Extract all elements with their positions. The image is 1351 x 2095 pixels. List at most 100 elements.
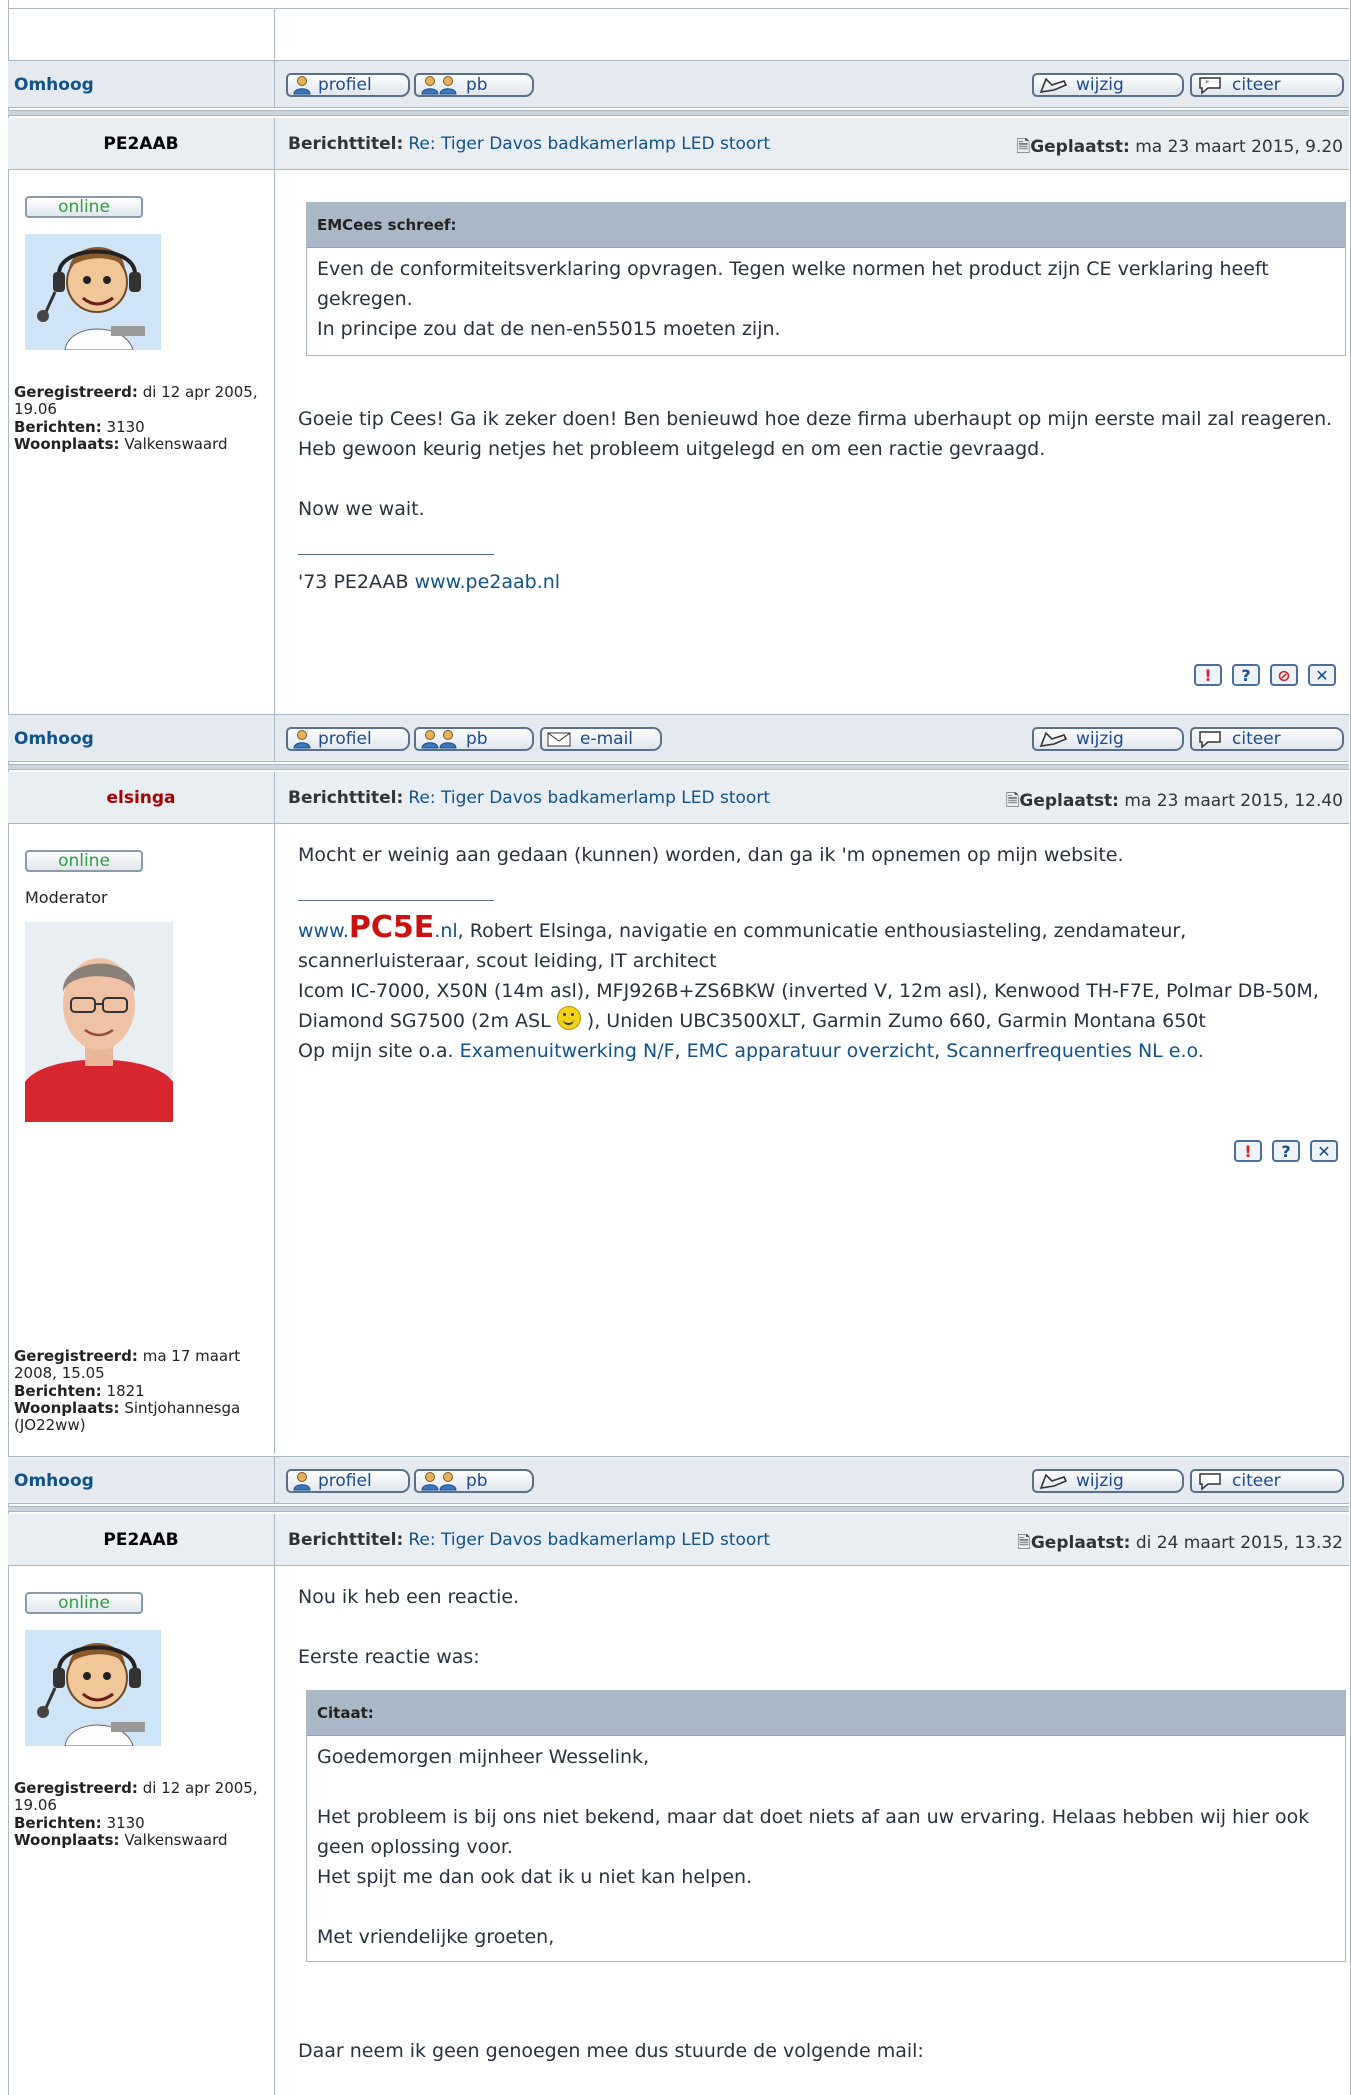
previous-post-tail bbox=[8, 8, 1349, 60]
report-icon[interactable]: ! bbox=[1234, 1140, 1262, 1162]
quote-text: Met vriendelijke groeten, bbox=[317, 1926, 555, 1948]
quote-text: Het probleem is bij ons niet bekend, maa… bbox=[317, 1806, 1310, 1858]
signature-website-link[interactable]: www.PC5E.nl bbox=[298, 913, 458, 943]
post-text: Goeie tip Cees! Ga ik zeker doen! Ben be… bbox=[298, 408, 1333, 460]
post-subject: Berichttitel: Re: Tiger Davos badkamerla… bbox=[288, 1530, 770, 1550]
quote-text: Goedemorgen mijnheer Wesselink, bbox=[317, 1746, 650, 1768]
info-icon[interactable]: ? bbox=[1272, 1140, 1300, 1162]
user-icon bbox=[292, 75, 312, 95]
signature-equipment: Icom IC-7000, X50N (14m asl), MFJ926B+ZS… bbox=[298, 980, 1319, 1032]
post-icon: 🗎 bbox=[1016, 137, 1031, 157]
user-icon bbox=[292, 1471, 312, 1491]
signature: www.PC5E.nl, Robert Elsinga, navigatie e… bbox=[298, 910, 1187, 973]
user-avatar bbox=[25, 1630, 161, 1746]
online-badge: online bbox=[25, 1592, 143, 1614]
user-profile-info: Geregistreerd: ma 17 maart 2008, 15.05 B… bbox=[14, 1347, 241, 1434]
post-text: Eerste reactie was: bbox=[298, 1646, 480, 1668]
edit-button[interactable]: wijzig bbox=[1032, 73, 1184, 97]
quote-button-label: citeer bbox=[1232, 75, 1281, 95]
post-subject-link[interactable]: Re: Tiger Davos badkamerlamp LED stoort bbox=[408, 134, 770, 154]
users-icon bbox=[420, 1471, 460, 1491]
delete-icon[interactable]: ✕ bbox=[1310, 1140, 1338, 1162]
quote-button[interactable]: citeer bbox=[1190, 1469, 1344, 1493]
signature-link[interactable]: Examenuitwerking N/F bbox=[460, 1040, 675, 1062]
post-author[interactable]: PE2AAB bbox=[8, 1530, 274, 1550]
users-icon bbox=[420, 75, 460, 95]
post-text: Daar neem ik geen genoegen mee dus stuur… bbox=[298, 2040, 924, 2062]
signature-divider bbox=[298, 554, 494, 555]
post-content-continued: Daar neem ik geen genoegen mee dus stuur… bbox=[298, 2036, 1348, 2066]
pencil-icon bbox=[1038, 1471, 1070, 1491]
back-to-top-link[interactable]: Omhoog bbox=[14, 1471, 94, 1491]
post-subject: Berichttitel: Re: Tiger Davos badkamerla… bbox=[288, 788, 770, 808]
pm-button[interactable]: pb bbox=[414, 73, 534, 97]
user-rank: Moderator bbox=[25, 888, 108, 907]
pm-button[interactable]: pb bbox=[414, 727, 534, 751]
post-author[interactable]: elsinga bbox=[8, 788, 274, 808]
quote-block: Citaat: Goedemorgen mijnheer Wesselink, … bbox=[306, 1690, 1346, 1962]
post-subject-link[interactable]: Re: Tiger Davos badkamerlamp LED stoort bbox=[408, 788, 770, 808]
post-header: PE2AAB Berichttitel: Re: Tiger Davos bad… bbox=[8, 118, 1349, 170]
moderation-icons: ! ? ⊘ ✕ bbox=[1194, 664, 1336, 686]
post-icon: 🗎 bbox=[1005, 791, 1020, 811]
post-content: Goeie tip Cees! Ga ik zeker doen! Ben be… bbox=[298, 404, 1348, 597]
post-body-row: online Moderator Geregistreerd: ma 17 ma… bbox=[8, 824, 1349, 1454]
user-avatar bbox=[25, 234, 161, 350]
post-header: PE2AAB Berichttitel: Re: Tiger Davos bad… bbox=[8, 1514, 1349, 1566]
profile-button-label: profiel bbox=[318, 75, 372, 95]
profile-button[interactable]: profiel bbox=[286, 727, 410, 751]
quote-button[interactable]: citeer bbox=[1190, 727, 1344, 751]
quote-button[interactable]: " citeer bbox=[1190, 73, 1344, 97]
post-icon: 🗎 bbox=[1017, 1533, 1031, 1553]
post-header: elsinga Berichttitel: Re: Tiger Davos ba… bbox=[8, 772, 1349, 824]
pencil-icon bbox=[1038, 729, 1070, 749]
edit-button-label: wijzig bbox=[1076, 75, 1124, 95]
quote-author: EMCees schreef: bbox=[307, 203, 1345, 248]
brand-logo-text: PC5E bbox=[348, 910, 435, 945]
post-toolbar: Omhoog profiel pb e-mail wijzig citeer bbox=[8, 714, 1349, 762]
post-content: Nou ik heb een reactie. Eerste reactie w… bbox=[298, 1582, 1348, 1672]
info-icon[interactable]: ? bbox=[1232, 664, 1260, 686]
post-subject: Berichttitel: Re: Tiger Davos badkamerla… bbox=[288, 134, 770, 154]
speech-bubble-icon bbox=[1196, 729, 1226, 749]
online-badge: online bbox=[25, 850, 143, 872]
post-date: 🗎Geplaatst: ma 23 maart 2015, 12.40 bbox=[1005, 791, 1343, 811]
speech-bubble-icon: " bbox=[1196, 75, 1226, 95]
edit-button[interactable]: wijzig bbox=[1032, 727, 1184, 751]
profile-button[interactable]: profiel bbox=[286, 1469, 410, 1493]
post-author[interactable]: PE2AAB bbox=[8, 134, 274, 154]
pm-button-label: pb bbox=[466, 75, 488, 95]
post-text: Now we wait. bbox=[298, 498, 425, 520]
online-badge: online bbox=[25, 196, 143, 218]
ban-icon[interactable]: ⊘ bbox=[1270, 664, 1298, 686]
delete-icon[interactable]: ✕ bbox=[1308, 664, 1336, 686]
moderation-icons: ! ? ✕ bbox=[1234, 1140, 1338, 1162]
post-divider bbox=[8, 110, 1349, 116]
pm-button[interactable]: pb bbox=[414, 1469, 534, 1493]
profile-button[interactable]: profiel bbox=[286, 73, 410, 97]
user-icon bbox=[292, 729, 312, 749]
user-avatar bbox=[25, 922, 173, 1122]
envelope-icon bbox=[546, 729, 574, 749]
edit-button[interactable]: wijzig bbox=[1032, 1469, 1184, 1493]
signature-link[interactable]: EMC apparatuur overzicht bbox=[687, 1040, 935, 1062]
pencil-icon bbox=[1038, 75, 1070, 95]
signature-link[interactable]: www.pe2aab.nl bbox=[415, 571, 560, 593]
user-profile-info: Geregistreerd: di 12 apr 2005, 19.06 Ber… bbox=[14, 1779, 258, 1849]
post-text: Nou ik heb een reactie. bbox=[298, 1586, 520, 1608]
post-subject-link[interactable]: Re: Tiger Davos badkamerlamp LED stoort bbox=[408, 1530, 770, 1550]
svg-text:": " bbox=[1205, 80, 1209, 90]
post-text: Mocht er weinig aan gedaan (kunnen) word… bbox=[298, 844, 1124, 866]
signature-divider bbox=[298, 900, 494, 901]
back-to-top-link[interactable]: Omhoog bbox=[14, 729, 94, 749]
back-to-top-link[interactable]: Omhoog bbox=[14, 75, 94, 95]
email-button[interactable]: e-mail bbox=[540, 727, 662, 751]
report-icon[interactable]: ! bbox=[1194, 664, 1222, 686]
post-divider bbox=[8, 764, 1349, 770]
signature-link[interactable]: Scannerfrequenties NL e.o. bbox=[946, 1040, 1204, 1062]
post-toolbar: Omhoog profiel pb wijzig citeer bbox=[8, 1456, 1349, 1504]
post-body-row: online Geregistreerd: di 12 apr 2005, 19… bbox=[8, 1566, 1349, 2095]
signature-links: Op mijn site o.a. Examenuitwerking N/F, … bbox=[298, 1040, 1204, 1062]
user-profile-info: Geregistreerd: di 12 apr 2005, 19.06 Ber… bbox=[14, 383, 258, 453]
post-divider bbox=[8, 1506, 1349, 1512]
